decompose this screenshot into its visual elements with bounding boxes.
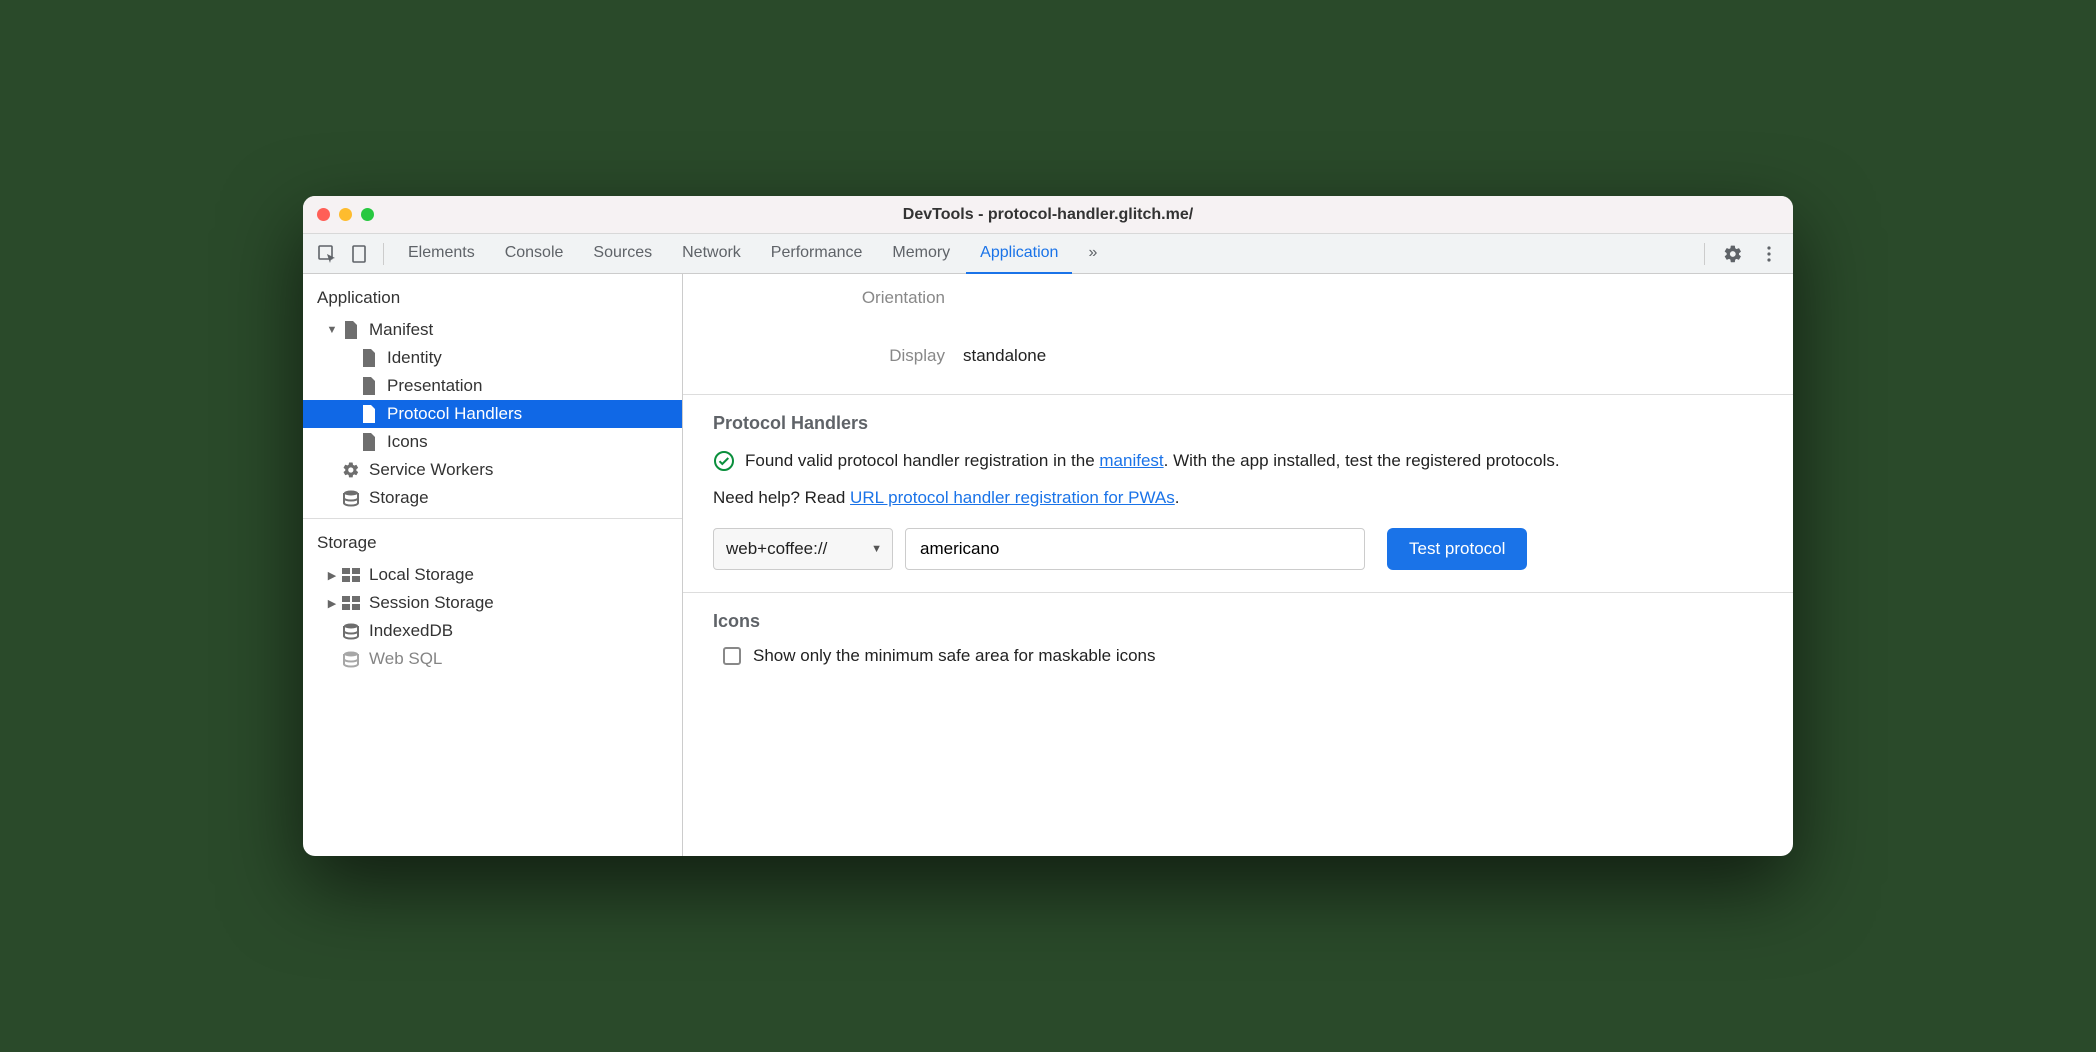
tab-console[interactable]: Console <box>491 234 578 274</box>
sidebar-section-application: Application <box>303 280 682 316</box>
sidebar-item-websql[interactable]: Web SQL <box>303 645 682 673</box>
sidebar-item-presentation[interactable]: Presentation <box>303 372 682 400</box>
sidebar-item-icons[interactable]: Icons <box>303 428 682 456</box>
tab-network[interactable]: Network <box>668 234 755 274</box>
tab-performance[interactable]: Performance <box>757 234 877 274</box>
panel-body: Application ▼ Manifest Identity Presenta… <box>303 274 1793 856</box>
protocol-path-input[interactable] <box>905 528 1365 570</box>
property-value: standalone <box>963 346 1046 366</box>
sidebar-item-label: Local Storage <box>369 565 474 585</box>
tab-elements[interactable]: Elements <box>394 234 489 274</box>
expand-arrow-icon: ▶ <box>325 569 339 582</box>
grid-icon <box>341 565 361 585</box>
manifest-link[interactable]: manifest <box>1099 451 1163 470</box>
file-icon <box>359 404 379 424</box>
settings-icon[interactable] <box>1719 240 1747 268</box>
sidebar-item-label: Manifest <box>369 320 433 340</box>
sidebar-item-local-storage[interactable]: ▶ Local Storage <box>303 561 682 589</box>
help-text: Need help? Read URL protocol handler reg… <box>713 488 1763 508</box>
application-sidebar: Application ▼ Manifest Identity Presenta… <box>303 274 683 856</box>
sidebar-item-identity[interactable]: Identity <box>303 344 682 372</box>
sidebar-item-protocol-handlers[interactable]: Protocol Handlers <box>303 400 682 428</box>
divider <box>303 518 682 519</box>
database-icon <box>341 649 361 669</box>
sidebar-item-session-storage[interactable]: ▶ Session Storage <box>303 589 682 617</box>
section-title: Protocol Handlers <box>713 413 1763 434</box>
file-icon <box>341 320 361 340</box>
more-tabs-button[interactable]: » <box>1074 234 1111 274</box>
grid-icon <box>341 593 361 613</box>
kebab-menu-icon[interactable] <box>1755 240 1783 268</box>
sidebar-item-service-workers[interactable]: Service Workers <box>303 456 682 484</box>
protocol-select[interactable]: web+coffee:// ▼ <box>713 528 893 570</box>
file-icon <box>359 432 379 452</box>
sidebar-item-label: Service Workers <box>369 460 493 480</box>
toolbar-right <box>1698 240 1783 268</box>
sidebar-item-label: Session Storage <box>369 593 494 613</box>
database-icon <box>341 621 361 641</box>
tab-sources[interactable]: Sources <box>579 234 666 274</box>
status-text: Found valid protocol handler registratio… <box>745 448 1560 474</box>
file-icon <box>359 348 379 368</box>
check-circle-icon <box>713 450 735 472</box>
test-protocol-form: web+coffee:// ▼ Test protocol <box>713 528 1763 570</box>
close-window-button[interactable] <box>317 208 330 221</box>
property-label: Orientation <box>713 288 963 308</box>
sidebar-item-label: Protocol Handlers <box>387 404 522 424</box>
devtools-window: DevTools - protocol-handler.glitch.me/ E… <box>303 196 1793 856</box>
caret-down-icon: ▼ <box>871 543 882 555</box>
properties-section: Orientation Display standalone <box>683 274 1793 394</box>
sidebar-item-label: Presentation <box>387 376 482 396</box>
test-protocol-button[interactable]: Test protocol <box>1387 528 1527 570</box>
tab-memory[interactable]: Memory <box>878 234 964 274</box>
minimize-window-button[interactable] <box>339 208 352 221</box>
status-message: Found valid protocol handler registratio… <box>713 448 1763 474</box>
titlebar: DevTools - protocol-handler.glitch.me/ <box>303 196 1793 234</box>
separator <box>383 243 384 265</box>
maskable-icons-option: Show only the minimum safe area for mask… <box>713 646 1763 666</box>
sidebar-item-storage[interactable]: Storage <box>303 484 682 512</box>
expand-arrow-icon: ▼ <box>325 324 339 336</box>
sidebar-item-label: Icons <box>387 432 428 452</box>
maximize-window-button[interactable] <box>361 208 374 221</box>
protocol-handlers-section: Protocol Handlers Found valid protocol h… <box>683 394 1793 592</box>
panel-tabs: Elements Console Sources Network Perform… <box>394 234 1694 274</box>
sidebar-item-label: IndexedDB <box>369 621 453 641</box>
file-icon <box>359 376 379 396</box>
main-toolbar: Elements Console Sources Network Perform… <box>303 234 1793 274</box>
expand-arrow-icon: ▶ <box>325 597 339 610</box>
window-controls <box>317 208 374 221</box>
property-row-display: Display standalone <box>713 340 1763 372</box>
property-label: Display <box>713 346 963 366</box>
checkbox[interactable] <box>723 647 741 665</box>
sidebar-item-label: Web SQL <box>369 649 442 669</box>
checkbox-label: Show only the minimum safe area for mask… <box>753 646 1156 666</box>
database-icon <box>341 488 361 508</box>
sidebar-item-label: Identity <box>387 348 442 368</box>
sidebar-item-indexeddb[interactable]: IndexedDB <box>303 617 682 645</box>
sidebar-section-storage: Storage <box>303 525 682 561</box>
section-title: Icons <box>713 611 1763 632</box>
tab-application[interactable]: Application <box>966 234 1072 274</box>
sidebar-item-label: Storage <box>369 488 429 508</box>
sidebar-item-manifest[interactable]: ▼ Manifest <box>303 316 682 344</box>
property-row-orientation: Orientation <box>713 282 1763 314</box>
select-value: web+coffee:// <box>726 539 827 559</box>
content-pane: Orientation Display standalone Protocol … <box>683 274 1793 856</box>
icons-section: Icons Show only the minimum safe area fo… <box>683 592 1793 688</box>
inspect-element-icon[interactable] <box>313 240 341 268</box>
help-link[interactable]: URL protocol handler registration for PW… <box>850 488 1175 507</box>
device-toolbar-icon[interactable] <box>345 240 373 268</box>
gear-icon <box>341 460 361 480</box>
window-title: DevTools - protocol-handler.glitch.me/ <box>903 206 1193 224</box>
separator <box>1704 243 1705 265</box>
